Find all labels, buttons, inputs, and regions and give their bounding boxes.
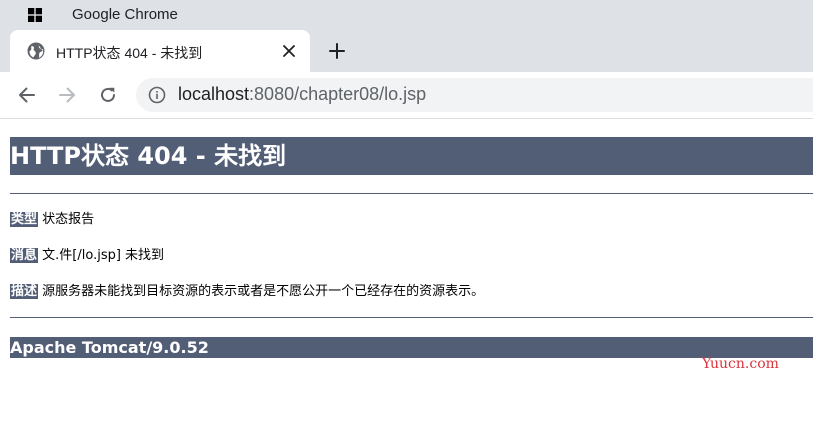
arrow-right-icon	[59, 87, 75, 103]
reload-button[interactable]	[96, 83, 120, 107]
type-label: 类型	[10, 212, 39, 227]
close-icon	[283, 45, 295, 57]
watermark: Yuucn.com	[702, 356, 779, 372]
divider	[10, 317, 813, 318]
browser-toolbar: localhost:8080/chapter08/lo.jsp	[0, 72, 813, 119]
message-line: 消息 文.件[/lo.jsp] 未找到	[10, 247, 813, 265]
reload-icon	[101, 87, 115, 102]
description-line: 描述 源服务器未能找到目标资源的表示或者是不愿公开一个已经存在的资源表示。	[10, 283, 813, 301]
description-label: 描述	[10, 284, 39, 299]
url-path: :8080/chapter08/lo.jsp	[249, 84, 427, 104]
tab-strip: HTTP状态 404 - 未找到	[0, 30, 813, 72]
message-value: 文.件[/lo.jsp] 未找到	[42, 248, 165, 263]
server-footer: Apache Tomcat/9.0.52	[10, 337, 813, 358]
browser-tab[interactable]: HTTP状态 404 - 未找到	[10, 30, 310, 72]
url-host: localhost	[178, 84, 250, 104]
tab-title: HTTP状态 404 - 未找到	[56, 45, 203, 61]
tab-close-button[interactable]	[278, 40, 300, 62]
forward-button[interactable]	[55, 83, 79, 107]
window-title-bar: Google Chrome	[0, 0, 813, 30]
plus-icon	[329, 43, 345, 59]
url-text[interactable]: localhost:8080/chapter08/lo.jsp	[178, 84, 426, 105]
message-label: 消息	[10, 248, 39, 263]
new-tab-button[interactable]	[326, 40, 348, 62]
page-content: HTTP状态 404 - 未找到 类型 状态报告 消息 文.件[/lo.jsp]…	[10, 137, 813, 358]
globe-icon	[27, 42, 45, 60]
windows-logo-icon[interactable]	[28, 8, 42, 22]
back-button[interactable]	[15, 83, 39, 107]
page-title: HTTP状态 404 - 未找到	[10, 137, 813, 175]
arrow-left-icon	[19, 87, 35, 103]
description-value: 源服务器未能找到目标资源的表示或者是不愿公开一个已经存在的资源表示。	[42, 284, 485, 299]
window-title: Google Chrome	[72, 6, 178, 23]
address-bar[interactable]: localhost:8080/chapter08/lo.jsp	[136, 78, 813, 112]
type-value: 状态报告	[42, 212, 95, 227]
info-icon[interactable]	[148, 86, 166, 104]
type-line: 类型 状态报告	[10, 211, 813, 229]
divider	[10, 193, 813, 194]
